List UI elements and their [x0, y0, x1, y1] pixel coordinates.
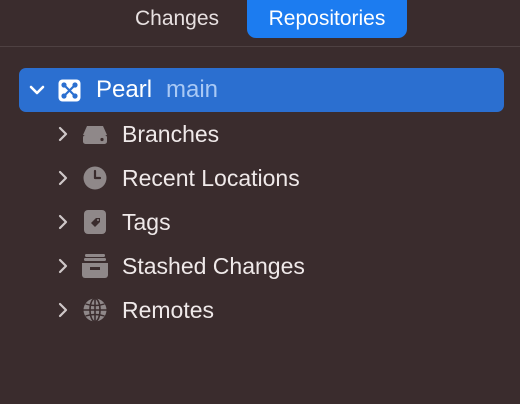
repository-row-selected[interactable]: Pearl main: [19, 68, 504, 112]
chevron-right-icon[interactable]: [54, 124, 72, 144]
globe-icon: [83, 297, 107, 323]
clock-icon: [83, 166, 107, 190]
repositories-tab[interactable]: Repositories: [247, 0, 407, 38]
chevron-right-icon[interactable]: [54, 256, 72, 276]
tree-item-recent-locations[interactable]: Recent Locations: [50, 158, 510, 198]
changes-tab[interactable]: Changes: [118, 0, 236, 38]
tree-item-label: Tags: [122, 209, 171, 235]
tree-item-label: Recent Locations: [122, 165, 300, 191]
tree-item-branches[interactable]: Branches: [50, 114, 510, 154]
repositories-sidebar: Changes Repositories Pearl main Branches: [0, 0, 520, 404]
branches-drive-icon: [83, 126, 107, 144]
tree-item-stashed-changes[interactable]: Stashed Changes: [50, 246, 510, 286]
repository-icon: [58, 79, 81, 102]
repository-name: Pearl: [96, 76, 153, 103]
chevron-right-icon[interactable]: [54, 300, 72, 320]
tree-item-tags[interactable]: Tags: [50, 202, 510, 242]
tag-icon: [84, 210, 106, 234]
chevron-right-icon[interactable]: [54, 212, 72, 232]
tree-item-label: Stashed Changes: [122, 253, 305, 279]
repository-branch: main: [166, 76, 219, 103]
chevron-down-icon[interactable]: [27, 80, 47, 100]
tree-item-remotes[interactable]: Remotes: [50, 290, 510, 330]
view-segmented-control: Changes Repositories: [0, 0, 520, 46]
tree-item-label: Remotes: [122, 297, 215, 323]
stash-tray-icon: [82, 254, 108, 278]
header-divider: [0, 46, 520, 47]
chevron-right-icon[interactable]: [54, 168, 72, 188]
tree-item-label: Branches: [122, 121, 220, 147]
